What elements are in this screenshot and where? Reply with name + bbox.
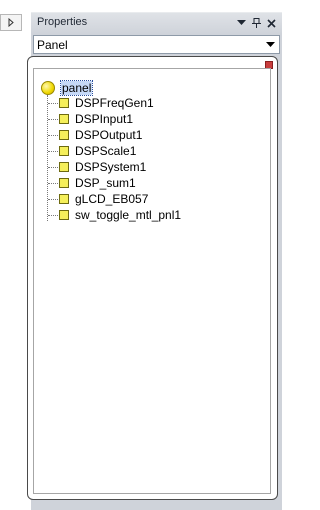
tree-root-label: panel [59,80,94,96]
component-icon [59,194,69,204]
object-tree-dropdown: panel DSPFreqGen1 DSPInput1 DSPOutput1 D… [27,56,278,500]
tree-item[interactable]: DSP_sum1 [48,175,136,191]
component-icon [59,114,69,124]
tree-item-label: DSPSystem1 [75,160,147,174]
triangle-right-icon [8,18,14,27]
tree-root-node[interactable]: panel [41,80,94,96]
yellow-circle-icon [41,81,55,95]
close-icon[interactable] [265,17,277,29]
tree-item-label: DSPFreqGen1 [75,96,154,110]
object-selector[interactable]: Panel [33,35,280,54]
tree-item[interactable]: DSPScale1 [48,143,136,159]
tree-item[interactable]: DSPInput1 [48,111,133,127]
tree-item-label: DSPOutput1 [75,128,143,142]
properties-titlebar: Properties [31,12,282,34]
tree-item[interactable]: DSPFreqGen1 [48,95,154,111]
menu-arrow-icon[interactable] [235,17,247,29]
expand-button[interactable] [0,14,22,31]
object-tree: panel DSPFreqGen1 DSPInput1 DSPOutput1 D… [33,68,271,494]
component-icon [59,98,69,108]
tree-item-label: DSP_sum1 [75,176,136,190]
pin-icon[interactable] [250,17,262,29]
tree-item[interactable]: DSPOutput1 [48,127,142,143]
tree-item[interactable]: gLCD_EB057 [48,191,148,207]
component-icon [59,210,69,220]
component-icon [59,162,69,172]
tree-item-label: gLCD_EB057 [75,192,149,206]
chevron-down-icon[interactable] [262,36,279,53]
object-selector-value: Panel [37,38,68,52]
tree-item[interactable]: sw_toggle_mtl_pnl1 [48,207,181,223]
component-icon [59,130,69,140]
component-icon [59,178,69,188]
tree-item-label: DSPInput1 [75,112,134,126]
component-icon [59,146,69,156]
tree-item-label: sw_toggle_mtl_pnl1 [75,208,182,222]
properties-title: Properties [37,16,88,28]
tree-item[interactable]: DSPSystem1 [48,159,146,175]
tree-item-label: DSPScale1 [75,144,137,158]
